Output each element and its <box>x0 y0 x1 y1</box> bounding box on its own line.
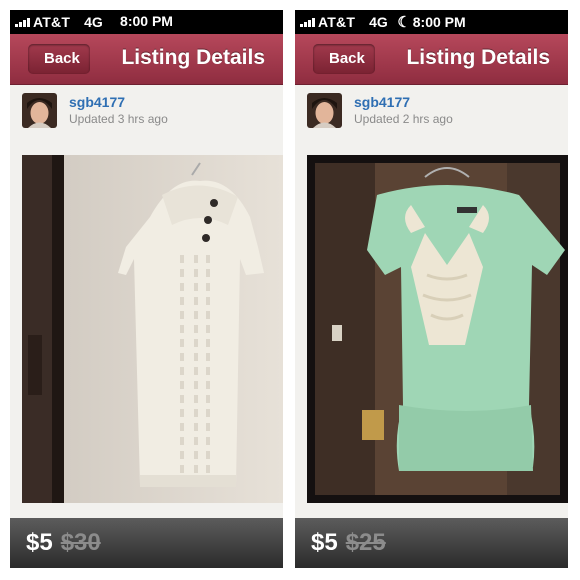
status-bar: AT&T 4G 8:00 PM <box>10 10 283 34</box>
username-link[interactable]: sgb4177 <box>69 94 168 110</box>
price-bar: $5 $30 <box>10 518 283 568</box>
current-price: $5 <box>26 529 53 556</box>
username-link[interactable]: sgb4177 <box>354 94 453 110</box>
back-button[interactable]: Back <box>313 44 375 74</box>
listing-photo[interactable] <box>22 155 283 503</box>
avatar[interactable] <box>307 92 342 128</box>
seller-row[interactable]: sgb4177 Updated 2 hrs ago <box>295 85 568 135</box>
moon-icon: ☾ <box>397 14 411 31</box>
seller-row[interactable]: sgb4177 Updated 3 hrs ago <box>10 85 283 135</box>
listing-screen-right: AT&T 4G ☾ 8:00 PM Back Listing Details sg… <box>295 10 568 568</box>
listing-screen-left: AT&T 4G 8:00 PM Back Listing Details sgb… <box>10 10 283 568</box>
back-button[interactable]: Back <box>28 44 90 74</box>
navigation-bar: Back Listing Details <box>295 34 568 85</box>
updated-time: Updated 3 hrs ago <box>69 112 168 126</box>
navigation-bar: Back Listing Details <box>10 34 283 85</box>
original-price: $25 <box>345 529 386 556</box>
listing-photo[interactable] <box>307 155 568 503</box>
clock: ☾ 8:00 PM <box>397 14 466 31</box>
page-title: Listing Details <box>406 46 550 69</box>
current-price: $5 <box>311 529 338 556</box>
page-title: Listing Details <box>121 46 265 69</box>
back-button-label: Back <box>44 50 80 67</box>
original-price: $30 <box>60 529 101 556</box>
avatar[interactable] <box>22 92 57 128</box>
status-bar: AT&T 4G ☾ 8:00 PM <box>295 10 568 34</box>
clock: 8:00 PM <box>120 13 173 29</box>
back-button-label: Back <box>329 50 365 67</box>
updated-time: Updated 2 hrs ago <box>354 112 453 126</box>
price-bar: $5 $25 <box>295 518 568 568</box>
